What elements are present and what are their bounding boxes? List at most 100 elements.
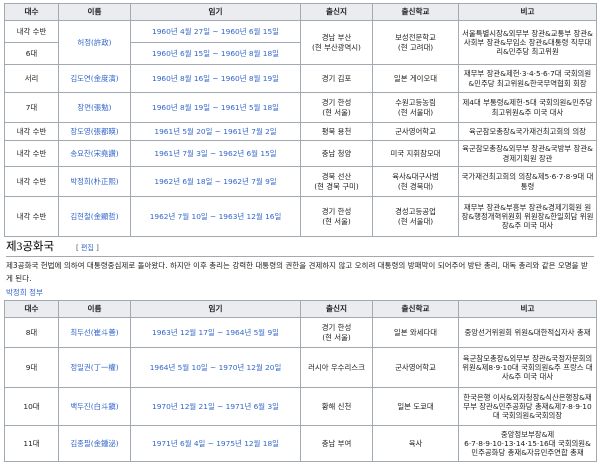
origin-cell: 러시아 우수리스크	[300, 347, 373, 388]
origin-cell: 충남 청양	[300, 140, 373, 167]
school-cell: 일본 게이오대	[372, 64, 459, 93]
term-link[interactable]: 1970년 12월 21일 ~ 1971년 6월 3일	[130, 387, 301, 426]
era-cell: 8대	[4, 317, 59, 348]
note-cell: 국가재건최고회의 의장&제5·6·7·8·9대 대통령	[458, 166, 597, 197]
era-cell: 내각 수반	[4, 20, 59, 43]
school-cell: 보성전문학교 (현 고려대)	[372, 20, 459, 65]
note-cell: 제4대 부통령&제헌·5대 국회의원&민주당 최고위원&주 미국 대사	[458, 92, 597, 123]
era-cell: 9대	[4, 347, 59, 388]
school-cell: 육사	[372, 425, 459, 462]
school-cell: 육사&대구사범 (현 경북대)	[372, 166, 459, 197]
era-cell: 7대	[4, 92, 59, 123]
origin-cell: 경기 한성 (현 서울)	[300, 317, 373, 348]
main-article-link[interactable]: 박정희 정부	[6, 287, 43, 298]
person-link[interactable]: 김도연(金度演)	[58, 64, 131, 93]
table-header-row: 대수 이름 임기 출신지 출신학교 비고	[4, 300, 597, 318]
school-cell: 일본 도쿄대	[372, 387, 459, 426]
person-link[interactable]: 장면(張勉)	[58, 92, 131, 123]
table-row: 7대 장면(張勉) 1960년 8월 19일 ~ 1961년 5월 18일 경기…	[4, 92, 597, 123]
table-row: 내각 수반 김현철(金顯哲) 1962년 7월 10일 ~ 1963년 12월 …	[4, 196, 597, 237]
note-cell: 재무부 장관&부흥부 장관&경제기획원 원장&행정개혁위원회 위원장&한일회담 …	[458, 196, 597, 237]
origin-cell: 충남 부여	[300, 425, 373, 462]
col-header-name: 이름	[58, 3, 131, 21]
term-link[interactable]: 1961년 5월 20일 ~ 1961년 7월 2일	[130, 122, 301, 141]
era-cell: 내각 수반	[4, 122, 59, 141]
term-link[interactable]: 1971년 6월 4일 ~ 1975년 12월 18일	[130, 425, 301, 462]
school-cell: 군사영어학교	[372, 122, 459, 141]
origin-cell: 경기 한성 (현 서울)	[300, 196, 373, 237]
person-link[interactable]: 김현철(金顯哲)	[58, 196, 131, 237]
era-cell: 6대	[4, 42, 59, 65]
person-link[interactable]: 장도영(張都暎)	[58, 122, 131, 141]
person-link[interactable]: 허정(許政)	[58, 20, 131, 65]
section-heading: 제3공화국 [ 편집 ]	[6, 238, 594, 257]
term-link[interactable]: 1962년 6월 18일 ~ 1962년 7월 9일	[130, 166, 301, 197]
note-cell: 재무부 장관&제헌·3·4·5·6·7대 국회의원&민주당 최고위원&한국무역협…	[458, 64, 597, 93]
wiki-page: 대수 이름 임기 출신지 출신학교 비고 내각 수반 허정(許政) 1960년 …	[0, 0, 600, 466]
section-paragraph: 제3공화국 헌법에 의하여 대통령중심제로 돌아왔다. 하지만 이후 총리는 강…	[6, 261, 588, 283]
note-cell: 서울특별시장&외무부 장관&교통부 장관&사회부 장관&무임소 장관&대통령 직…	[458, 20, 597, 65]
note-cell: 육군참모총장&외무부 장관&국방부 장관&경제기획원 장관	[458, 140, 597, 167]
origin-cell: 황해 신천	[300, 387, 373, 426]
term-link[interactable]: 1960년 8월 16일 ~ 1960년 8월 19일	[130, 64, 301, 93]
col-header-term-number: 대수	[4, 3, 59, 21]
era-cell: 내각 수반	[4, 140, 59, 167]
person-link[interactable]: 백두진(白斗鎭)	[58, 387, 131, 426]
person-link[interactable]: 최두선(崔斗善)	[58, 317, 131, 348]
school-cell: 군사영어학교	[372, 347, 459, 388]
era-cell: 11대	[4, 425, 59, 462]
origin-cell: 경기 한성 (현 서울)	[300, 92, 373, 123]
col-header-term: 임기	[130, 3, 301, 21]
col-header-term: 임기	[130, 300, 301, 318]
term-link[interactable]: 1961년 7월 3일 ~ 1962년 6월 15일	[130, 140, 301, 167]
prime-minister-table-3rd-republic: 대수 이름 임기 출신지 출신학교 비고 8대 최두선(崔斗善) 1963년 1…	[4, 300, 597, 462]
note-cell: 육군참모총장&국가재건최고회의 의장	[458, 122, 597, 141]
section-title: 제3공화국	[6, 241, 55, 253]
col-header-school: 출신학교	[372, 300, 459, 318]
note-cell: 중앙정보부장&제6·7·8·9·10·13·14·15·16대 국회의원&민주공…	[458, 425, 597, 462]
origin-cell: 경남 부산 (현 부산광역시)	[300, 20, 373, 65]
table-row: 9대 정일권(丁一權) 1964년 5월 10일 ~ 1970년 12월 20일…	[4, 347, 597, 388]
person-link[interactable]: 박정희(朴正熙)	[58, 166, 131, 197]
edit-link[interactable]: 편집	[81, 244, 94, 252]
table-row: 내각 수반 박정희(朴正熙) 1962년 6월 18일 ~ 1962년 7월 9…	[4, 166, 597, 197]
era-cell: 내각 수반	[4, 166, 59, 197]
school-cell: 미국 지휘참모대	[372, 140, 459, 167]
table-row: 8대 최두선(崔斗善) 1963년 12월 17일 ~ 1964년 5월 9일 …	[4, 317, 597, 348]
note-cell: 한국은행 이사&외자청장&식산은행장&재무부 장관&민주공화당 총재&제7·8·…	[458, 387, 597, 426]
person-link[interactable]: 정일권(丁一權)	[58, 347, 131, 388]
term-link[interactable]: 1962년 7월 10일 ~ 1963년 12월 16일	[130, 196, 301, 237]
term-link[interactable]: 1960년 4월 27일 ~ 1960년 6월 15일	[130, 20, 301, 43]
term-link[interactable]: 1960년 8월 19일 ~ 1961년 5월 18일	[130, 92, 301, 123]
col-header-name: 이름	[58, 300, 131, 318]
table-row: 내각 수반 송요찬(宋堯讚) 1961년 7월 3일 ~ 1962년 6월 15…	[4, 140, 597, 167]
note-cell: 육군참모총장&외무부 장관&국정자문회의 위원&제8·9·10대 국회의원&주 …	[458, 347, 597, 388]
table-row: 내각 수반 허정(許政) 1960년 4월 27일 ~ 1960년 6월 15일…	[4, 20, 597, 65]
school-cell: 경성고등공업 (현 서울대)	[372, 196, 459, 237]
col-header-origin: 출신지	[300, 3, 373, 21]
era-cell: 내각 수반	[4, 196, 59, 237]
col-header-term-number: 대수	[4, 300, 59, 318]
origin-cell: 경북 선산 (현 경북 구미)	[300, 166, 373, 197]
prime-minister-table-2nd-republic: 대수 이름 임기 출신지 출신학교 비고 내각 수반 허정(許政) 1960년 …	[4, 3, 597, 237]
edit-section: [ 편집 ]	[76, 244, 99, 252]
col-header-origin: 출신지	[300, 300, 373, 318]
col-header-school: 출신학교	[372, 3, 459, 21]
term-link[interactable]: 1964년 5월 10일 ~ 1970년 12월 20일	[130, 347, 301, 388]
era-cell: 10대	[4, 387, 59, 426]
term-link[interactable]: 1960년 6월 15일 ~ 1960년 8월 18일	[130, 42, 301, 65]
table-row: 11대 김종필(金鍾泌) 1971년 6월 4일 ~ 1975년 12월 18일…	[4, 425, 597, 462]
col-header-note: 비고	[458, 3, 597, 21]
term-link[interactable]: 1963년 12월 17일 ~ 1964년 5월 9일	[130, 317, 301, 348]
person-link[interactable]: 김종필(金鍾泌)	[58, 425, 131, 462]
era-cell: 서리	[4, 64, 59, 93]
person-link[interactable]: 송요찬(宋堯讚)	[58, 140, 131, 167]
table-row: 서리 김도연(金度演) 1960년 8월 16일 ~ 1960년 8월 19일 …	[4, 64, 597, 93]
school-cell: 일본 와세다대	[372, 317, 459, 348]
note-cell: 중앙선거위원회 위원&대한적십자사 총재	[458, 317, 597, 348]
origin-cell: 경기 김포	[300, 64, 373, 93]
table-header-row: 대수 이름 임기 출신지 출신학교 비고	[4, 3, 597, 21]
table-row: 내각 수반 장도영(張都暎) 1961년 5월 20일 ~ 1961년 7월 2…	[4, 122, 597, 141]
col-header-note: 비고	[458, 300, 597, 318]
school-cell: 수원고등농림 (현 서울대)	[372, 92, 459, 123]
